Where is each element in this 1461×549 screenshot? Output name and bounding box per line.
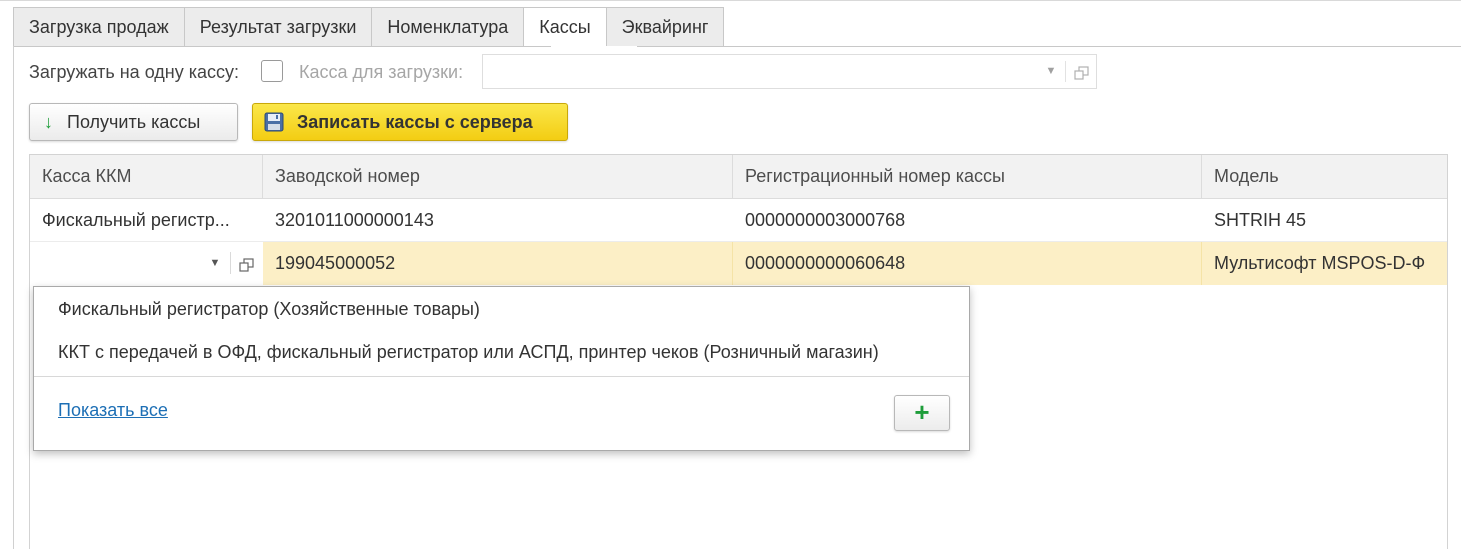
- cell-serial: 199045000052: [275, 253, 396, 273]
- field-divider: [230, 252, 231, 274]
- open-form-icon[interactable]: [1068, 55, 1096, 88]
- chevron-down-icon[interactable]: ▼: [202, 242, 228, 285]
- save-kassy-from-server-button[interactable]: Записать кассы с сервера: [252, 103, 568, 141]
- load-one-kassa-checkbox[interactable]: [261, 60, 283, 82]
- cell-reg-number: 0000000003000768: [745, 210, 906, 230]
- get-kassy-button[interactable]: ↓ Получить кассы: [29, 103, 238, 141]
- tab-acquiring[interactable]: Эквайринг: [605, 7, 725, 47]
- tab-load-result[interactable]: Результат загрузки: [183, 7, 372, 47]
- cell-serial: 3201011000000143: [275, 210, 434, 230]
- panel-left-border: [13, 46, 14, 549]
- active-tab-gap: [551, 46, 637, 47]
- kassa-for-load-field[interactable]: ▼: [482, 54, 1097, 89]
- table-header: Касса ККМ Заводской номер Регистрационны…: [30, 155, 1447, 199]
- column-divider: [732, 242, 733, 285]
- plus-icon: +: [914, 397, 930, 427]
- tab-nomenclature[interactable]: Номенклатура: [371, 7, 524, 47]
- field-divider: [1065, 61, 1066, 82]
- table-row-selected[interactable]: ▼ 199045000052 0000000000060648 Мультисо…: [30, 242, 1447, 285]
- column-divider[interactable]: [262, 155, 263, 199]
- open-form-icon[interactable]: [233, 242, 261, 285]
- get-kassy-label: Получить кассы: [67, 111, 201, 132]
- top-border: [0, 0, 1461, 1]
- dropdown-item[interactable]: Фискальный регистратор (Хозяйственные то…: [58, 294, 480, 324]
- column-header-reg-number[interactable]: Регистрационный номер кассы: [745, 155, 1005, 199]
- column-header-model[interactable]: Модель: [1214, 155, 1279, 199]
- load-one-kassa-label: Загружать на одну кассу:: [29, 62, 240, 82]
- floppy-disk-icon: [264, 112, 284, 132]
- tab-kassy[interactable]: Кассы: [523, 7, 606, 47]
- dropdown-item[interactable]: ККТ с передачей в ОФД, фискальный регист…: [58, 337, 879, 367]
- cell-reg-number: 0000000000060648: [745, 253, 906, 273]
- cell-kassa: Фискальный регистр...: [42, 210, 230, 230]
- column-divider: [1201, 242, 1202, 285]
- dropdown-divider: [34, 376, 969, 377]
- arrow-down-icon: ↓: [44, 111, 53, 132]
- column-divider[interactable]: [732, 155, 733, 199]
- cell-model: Мультисофт MSPOS-D-Ф: [1214, 253, 1426, 273]
- table-row[interactable]: Фискальный регистр... 3201011000000143 0…: [30, 199, 1447, 242]
- add-button[interactable]: +: [894, 395, 950, 431]
- column-divider[interactable]: [1201, 155, 1202, 199]
- kassa-dropdown-list: Фискальный регистратор (Хозяйственные то…: [33, 286, 970, 451]
- save-kassy-label: Записать кассы с сервера: [297, 111, 533, 132]
- cell-model: SHTRIH 45: [1214, 210, 1307, 230]
- kassa-cell-editor[interactable]: ▼: [30, 242, 262, 285]
- column-header-serial[interactable]: Заводской номер: [275, 155, 420, 199]
- tabs-divider: [13, 46, 1461, 47]
- tab-sales-load[interactable]: Загрузка продаж: [13, 7, 184, 47]
- kassa-for-load-label: Касса для загрузки:: [299, 62, 464, 82]
- show-all-link[interactable]: Показать все: [58, 400, 168, 421]
- chevron-down-icon[interactable]: ▼: [1038, 55, 1064, 88]
- column-header-kassa[interactable]: Касса ККМ: [42, 155, 131, 199]
- tab-bar: Загрузка продаж Результат загрузки Номен…: [13, 7, 725, 47]
